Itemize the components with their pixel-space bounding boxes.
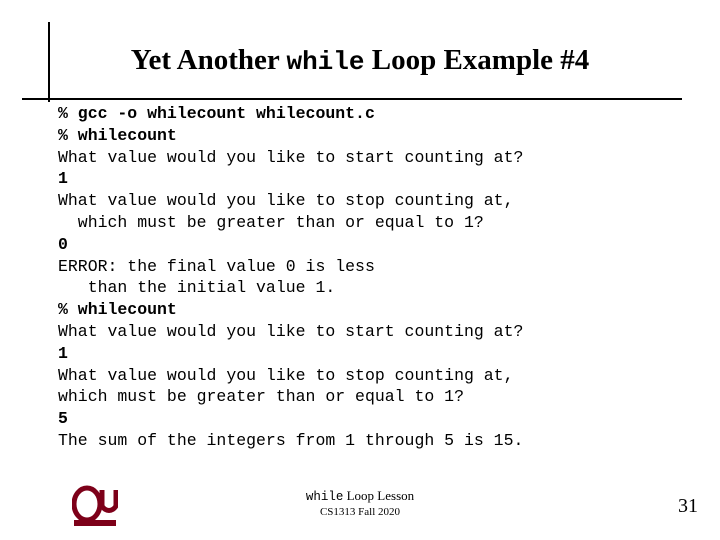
footer: while Loop Lesson CS1313 Fall 2020 <box>0 488 720 518</box>
horizontal-rule <box>22 98 682 100</box>
console-line: The sum of the integers from 1 through 5… <box>58 430 524 450</box>
title-keyword: while <box>286 47 365 77</box>
slide-title: Yet Another while Loop Example #4 <box>0 44 720 77</box>
console-line: ERROR: the final value 0 is less <box>58 256 375 276</box>
console-line: What value would you like to stop counti… <box>58 365 514 385</box>
footer-course: CS1313 Fall 2020 <box>319 506 401 518</box>
console-line: than the initial value 1. <box>58 278 336 298</box>
footer-lesson: while Loop Lesson <box>0 488 720 504</box>
console-line: % whilecount <box>58 300 177 320</box>
console-line: What value would you like to stop counti… <box>58 191 514 211</box>
console-line: What value would you like to start count… <box>58 321 524 341</box>
footer-lesson-suffix: Loop Lesson <box>343 488 415 503</box>
console-line: 1 <box>58 169 68 189</box>
console-line: 5 <box>58 409 68 429</box>
console-line: which must be greater than or equal to 1… <box>58 212 484 232</box>
footer-lesson-keyword: while <box>305 490 344 504</box>
console-line: What value would you like to start count… <box>58 147 524 167</box>
console-output: % gcc -o whilecount whilecount.c % whilec… <box>58 103 678 452</box>
title-part1: Yet Another <box>130 44 287 76</box>
console-line: 1 <box>58 343 68 363</box>
console-line: which must be greater than or equal to 1… <box>58 387 464 407</box>
page-number: 31 <box>678 495 698 517</box>
title-part2: Loop Example #4 <box>364 44 590 76</box>
console-line: % whilecount <box>58 125 177 145</box>
console-line: 0 <box>58 234 68 254</box>
console-line: % gcc -o whilecount whilecount.c <box>58 104 375 123</box>
